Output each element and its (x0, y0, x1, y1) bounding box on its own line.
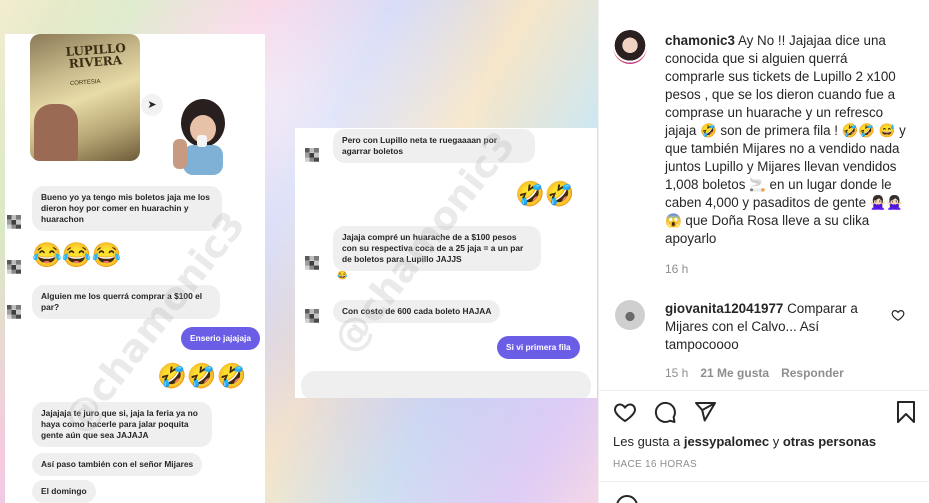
emoji-icon[interactable] (615, 494, 639, 503)
sticker-image (173, 99, 225, 175)
comment-likes[interactable]: 21 Me gusta (700, 366, 769, 380)
my-message-bubble: Enserio jajajaja (181, 327, 260, 350)
contact-avatar (305, 256, 319, 270)
likes-prefix: Les gusta a (613, 434, 684, 449)
message-bubble: Pero con Lupillo neta te ruegaaaan por a… (333, 129, 535, 163)
my-message-bubble: Si vi primera fila (497, 336, 580, 359)
contact-avatar (7, 260, 21, 274)
like-comment-icon[interactable] (891, 308, 905, 322)
message-bubble: Así paso también con el señor Mijares (32, 453, 203, 476)
message-input (301, 371, 591, 398)
emoji-message: 😂😂😂 (32, 242, 122, 269)
likes-middle: y (769, 434, 783, 449)
heart-icon[interactable] (613, 400, 637, 424)
comment-icon[interactable] (653, 400, 677, 424)
emoji-message: 🤣🤣🤣 (157, 363, 247, 390)
caption: chamonic3 Ay No !! Jajajaa dice una cono… (665, 32, 910, 276)
message-bubble: El domingo (32, 480, 96, 503)
author-avatar[interactable] (613, 30, 647, 64)
ticket-photo: LUPILLO RIVERA CORTESIA (30, 34, 140, 161)
post-date[interactable]: HACE 16 HORAS (613, 459, 697, 470)
comment-time[interactable]: 15 h (665, 366, 688, 380)
others-link[interactable]: otras personas (783, 434, 876, 449)
likes-line: Les gusta a jessypalomec y otras persona… (613, 434, 876, 449)
message-bubble: Jajaja compré un huarache de a $100 peso… (333, 226, 541, 271)
divider (599, 390, 929, 391)
comment: giovanita12041977 Comparar a Mijares con… (665, 300, 885, 380)
emoji-message: 😂 (337, 270, 348, 280)
ticket-title: LUPILLO RIVERA (65, 40, 127, 71)
contact-avatar (305, 309, 319, 323)
message-bubble: Bueno yo ya tengo mis boletos jaja me lo… (32, 186, 222, 231)
caption-text: Ay No !! Jajajaa dice una conocida que s… (665, 33, 906, 246)
commenter-avatar[interactable] (615, 300, 645, 330)
comments-panel: chamonic3 Ay No !! Jajajaa dice una cono… (598, 0, 929, 503)
hand-image (34, 104, 78, 161)
reply-button[interactable]: Responder (781, 366, 844, 380)
chat-screenshot-right: Pero con Lupillo neta te ruegaaaan por a… (295, 128, 597, 398)
author-username[interactable]: chamonic3 (665, 33, 735, 48)
chat-screenshot-left: LUPILLO RIVERA CORTESIA ➤ Bueno yo ya te… (5, 34, 265, 503)
action-bar (613, 398, 918, 426)
contact-avatar (7, 215, 21, 229)
ticket-sub: CORTESIA (69, 78, 101, 88)
message-bubble: Jajajaja te juro que si, jaja la feria y… (32, 402, 212, 447)
contact-avatar (305, 148, 319, 162)
share-icon[interactable] (693, 400, 717, 424)
message-bubble: Con costo de 600 cada boleto HAJAA (333, 300, 501, 323)
liked-by-user[interactable]: jessypalomec (684, 434, 769, 449)
caption-time[interactable]: 16 h (665, 262, 910, 276)
commenter-username[interactable]: giovanita12041977 (665, 301, 783, 316)
emoji-message: 🤣🤣 (515, 181, 575, 208)
contact-avatar (7, 305, 21, 319)
comment-meta: 15 h 21 Me gusta Responder (665, 366, 885, 380)
post-image[interactable]: LUPILLO RIVERA CORTESIA ➤ Bueno yo ya te… (0, 0, 598, 503)
bookmark-icon[interactable] (894, 400, 918, 424)
message-bubble: Alguien me los querrá comprar a $100 el … (32, 285, 220, 319)
divider (599, 481, 929, 482)
